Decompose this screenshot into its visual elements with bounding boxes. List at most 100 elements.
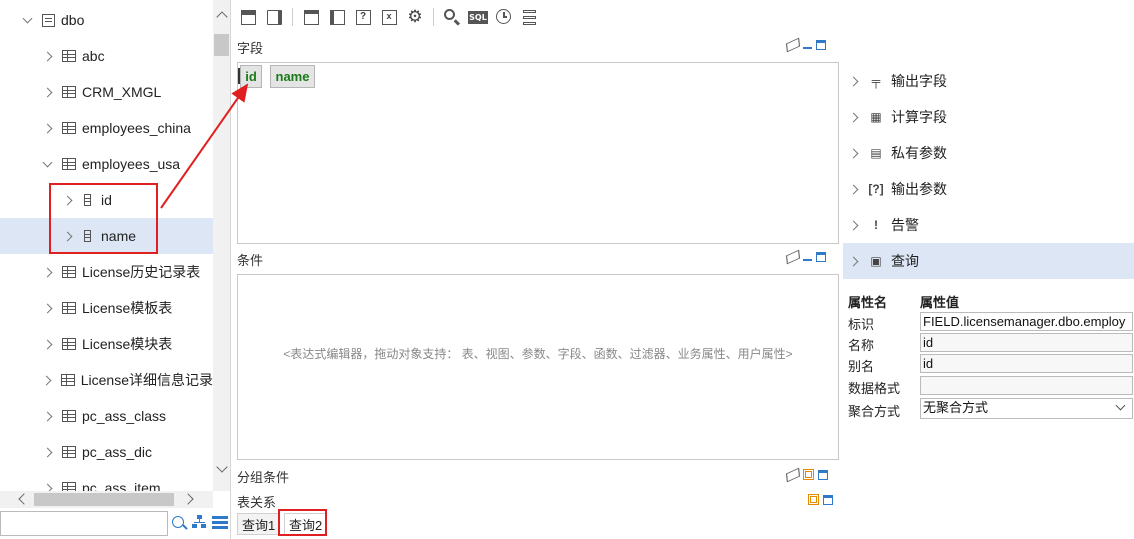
toolbar: ? x ⚙ SQL [232,0,842,34]
chevron-right-icon[interactable] [848,220,859,230]
field-chip-id[interactable]: id [240,65,262,88]
chevron-shape [42,157,52,167]
layout-icon[interactable] [301,7,321,27]
object-type-item[interactable]: ▦ 计算字段 [843,99,1134,135]
chevron-down-icon[interactable] [40,157,54,171]
fields-drop-area[interactable] [237,62,839,244]
tree-item[interactable]: pc_ass_item [0,470,213,491]
tree-item[interactable]: abc [0,38,213,74]
tree-item[interactable]: pc_ass_dic [0,434,213,470]
scroll-right-arrow-icon[interactable] [182,493,194,505]
restore-icon[interactable] [808,494,819,505]
parameter-icon[interactable]: ? [353,7,373,27]
property-value-data-format[interactable] [920,376,1133,395]
chevron-right-icon[interactable] [40,481,54,491]
property-value-header: 属性值 [920,295,960,310]
scroll-down-arrow-icon[interactable] [216,461,228,473]
scroll-thumb[interactable] [214,34,229,56]
chevron-right-icon[interactable] [40,445,54,459]
object-type-item[interactable]: ▤ 私有参数 [843,135,1134,171]
chevron-shape [42,447,52,457]
chevron-right-icon[interactable] [848,148,859,158]
clock-icon[interactable] [494,7,514,27]
output-param-icon: [?] [868,182,884,196]
chevron-right-icon[interactable] [848,256,859,266]
chevron-shape [42,267,52,277]
chevron-right-icon[interactable] [40,265,54,279]
conditions-expression-editor[interactable] [237,274,839,460]
restore-icon[interactable] [803,469,814,480]
annotation-highlight-fields [49,183,158,254]
minimize-icon[interactable] [803,47,812,49]
chevron-down-icon[interactable] [20,13,34,27]
table-icon [62,410,76,422]
tree-item[interactable]: License模板表 [0,290,213,326]
hierarchy-view-icon[interactable] [192,515,206,529]
tree-item[interactable]: License详细信息记录 [0,362,213,398]
chevron-right-icon[interactable] [848,184,859,194]
property-name: 名称 [848,338,875,353]
save-icon[interactable] [238,7,258,27]
scroll-left-arrow-icon[interactable] [18,493,30,505]
property-value-name[interactable]: id [920,333,1133,352]
tree-item[interactable]: License模块表 [0,326,213,362]
annotation-highlight-tab [278,509,327,536]
chevron-down-icon[interactable] [1115,400,1126,411]
chevron-shape [41,375,52,385]
object-type-item[interactable]: [?] 输出参数 [843,171,1134,207]
chevron-right-icon[interactable] [40,337,54,351]
chevron-right-icon[interactable] [40,49,54,63]
chevron-right-icon[interactable] [40,85,54,99]
property-value-identifier[interactable]: FIELD.licensemanager.dbo.employ [920,312,1133,331]
tree-vertical-scrollbar[interactable] [213,0,230,491]
object-type-item[interactable]: ▣ 查询 [843,243,1134,279]
sql-icon[interactable]: SQL [468,7,488,27]
filter-settings-icon[interactable] [520,7,540,27]
aggregation-select[interactable]: 无聚合方式 [920,398,1133,419]
gear-icon[interactable]: ⚙ [405,7,425,27]
chevron-right-icon[interactable] [848,76,859,86]
scroll-thumb-horizontal[interactable] [34,493,174,506]
object-type-item[interactable]: ╤ 输出字段 [843,63,1134,99]
tree-search-input[interactable] [0,511,168,536]
tab-query1[interactable]: 查询1 [237,513,281,535]
relations-section-title: 表关系 [237,495,277,510]
chevron-right-icon[interactable] [40,121,54,135]
chevron-right-icon[interactable] [848,112,859,122]
maximize-icon[interactable] [823,494,833,505]
property-value-alias[interactable]: id [920,354,1133,373]
tree-item[interactable]: dbo [0,2,213,38]
field-chip-name[interactable]: name [270,65,315,88]
tree-item[interactable]: pc_ass_class [0,398,213,434]
tree-item-label: License详细信息记录 [80,372,213,388]
table-icon [62,338,76,350]
tree-item-label: employees_china [82,120,191,136]
eraser-icon[interactable] [785,37,801,53]
tree-horizontal-scrollbar[interactable] [0,491,213,508]
object-type-label: 查询 [891,253,919,269]
tree-item[interactable]: CRM_XMGL [0,74,213,110]
eraser-icon[interactable] [785,467,801,482]
maximize-icon[interactable] [816,252,826,262]
list-view-icon[interactable] [212,516,228,529]
minimize-icon[interactable] [803,259,812,261]
object-type-item[interactable]: ! 告警 [843,207,1134,243]
search-toolbar-icon[interactable] [442,7,462,27]
excel-icon[interactable]: x [379,7,399,27]
maximize-icon[interactable] [816,40,826,50]
chevron-right-icon[interactable] [40,409,54,423]
text-cursor [238,68,240,84]
scroll-up-arrow-icon[interactable] [216,11,228,23]
eraser-icon[interactable] [785,249,801,265]
table-layout-icon[interactable] [327,7,347,27]
chevron-shape [42,51,52,61]
save-as-icon[interactable] [264,7,284,27]
maximize-icon[interactable] [818,469,828,480]
tree-item[interactable]: employees_china [0,110,213,146]
tree-item[interactable]: employees_usa [0,146,213,182]
chevron-right-icon[interactable] [40,301,54,315]
tree-item[interactable]: License历史记录表 [0,254,213,290]
private-param-icon: ▤ [870,146,882,160]
chevron-right-icon[interactable] [39,373,53,387]
search-icon[interactable] [172,516,184,528]
